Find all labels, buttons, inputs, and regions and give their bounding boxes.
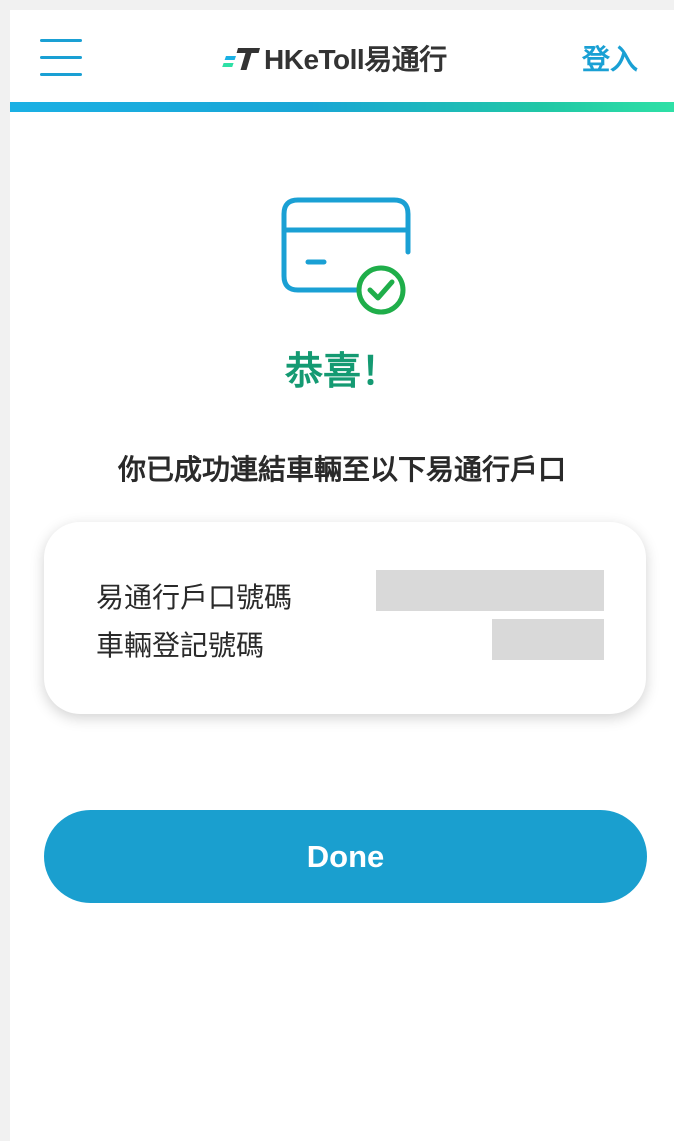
success-title: 恭喜！ bbox=[284, 349, 399, 393]
account-details-card: 易通行戶口號碼 車輛登記號碼 bbox=[44, 522, 646, 714]
hamburger-menu-icon[interactable] bbox=[36, 37, 82, 77]
hketoll-logo-icon bbox=[222, 48, 260, 70]
vehicle-plate-label: 車輛登記號碼 bbox=[96, 629, 265, 662]
login-link[interactable]: 登入 bbox=[582, 38, 638, 78]
page: HKeToll易通行 登入 恭喜！ 你已成功連結車輛至以下易通行戶口 易通行戶口… bbox=[10, 10, 674, 1141]
logo[interactable]: HKeToll易通行 bbox=[222, 38, 447, 78]
card-check-icon bbox=[281, 197, 411, 315]
done-button[interactable]: Done bbox=[44, 810, 647, 903]
header: HKeToll易通行 登入 bbox=[10, 10, 674, 102]
account-number-label: 易通行戶口號碼 bbox=[96, 581, 293, 614]
vehicle-plate-value bbox=[492, 619, 604, 660]
logo-text: HKeToll易通行 bbox=[264, 44, 447, 75]
header-gradient-bar bbox=[10, 102, 674, 112]
account-number-value bbox=[376, 570, 604, 611]
success-message: 你已成功連結車輛至以下易通行戶口 bbox=[117, 453, 566, 486]
